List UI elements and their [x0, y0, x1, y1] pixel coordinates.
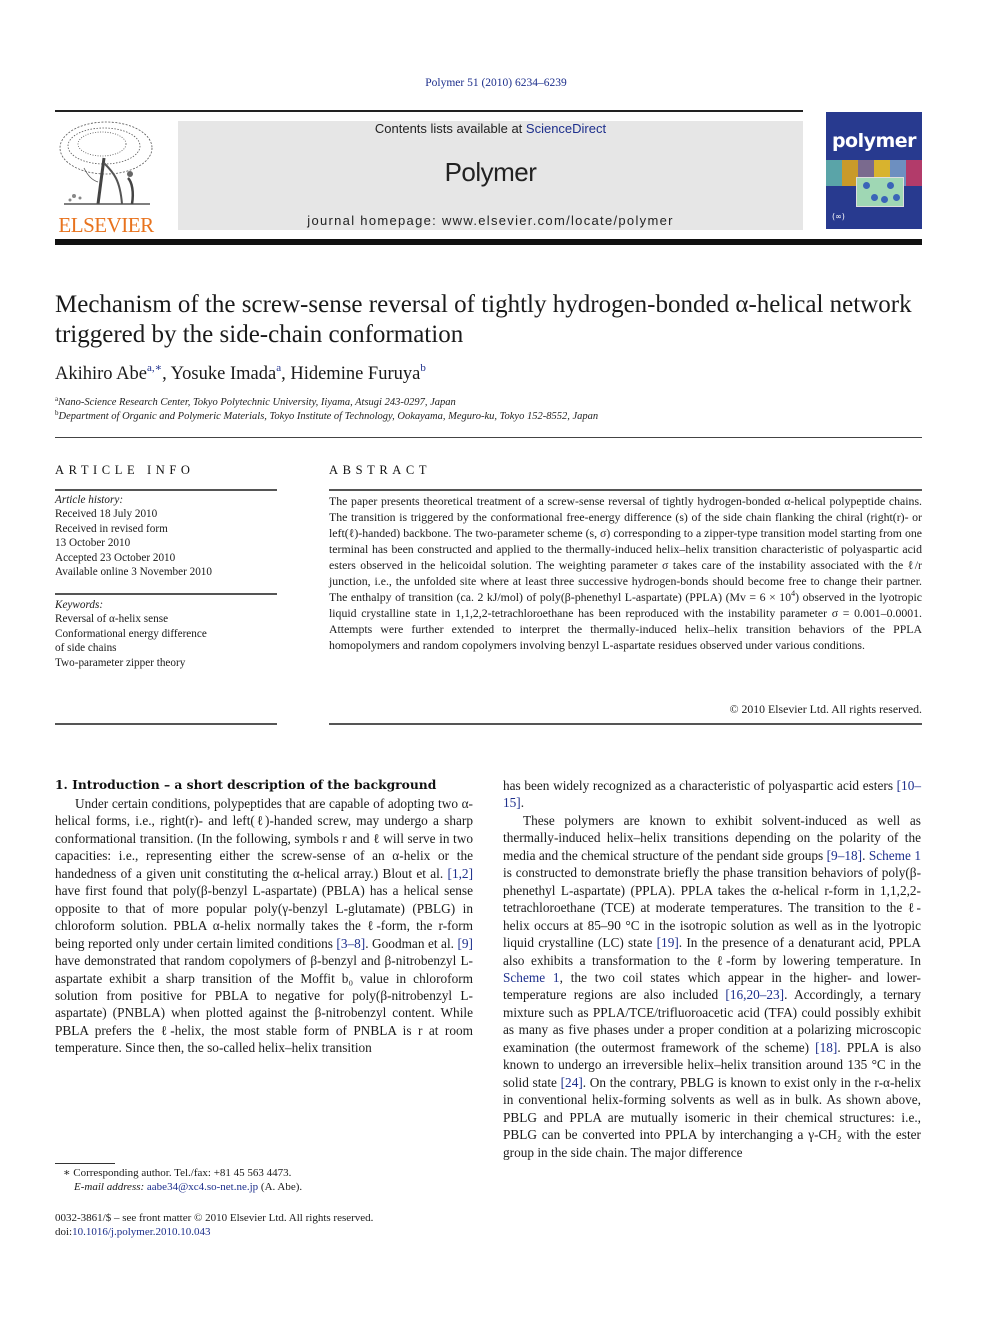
divider — [329, 489, 922, 491]
keyword: Reversal of α-helix sense — [55, 613, 169, 626]
elsevier-wordmark: ELSEVIER — [58, 213, 154, 237]
header-thick-rule — [55, 239, 922, 245]
contents-prefix: Contents lists available at — [374, 121, 526, 136]
affiliation: bDepartment of Organic and Polymeric Mat… — [55, 409, 598, 422]
author-name: Akihiro Abe — [55, 364, 147, 384]
cover-strip-tile — [826, 160, 842, 186]
journal-citation[interactable]: Polymer 51 (2010) 6234–6239 — [0, 77, 992, 89]
text-run: Under certain conditions, polypeptides t… — [55, 796, 473, 881]
cover-figure — [856, 177, 904, 207]
front-matter-note: 0032-3861/$ – see front matter © 2010 El… — [55, 1212, 374, 1224]
section-heading: 1. Introduction – a short description of… — [55, 777, 437, 792]
paragraph: Under certain conditions, polypeptides t… — [55, 795, 473, 1057]
article-title: Mechanism of the screw-sense reversal of… — [55, 291, 912, 348]
text-run: has been widely recognized as a characte… — [503, 778, 897, 793]
cover-strip-tile — [906, 160, 922, 186]
affiliation-text: Department of Organic and Polymeric Mate… — [58, 411, 599, 422]
reference-link[interactable]: [9] — [457, 936, 473, 951]
history-item: Received in revised form — [55, 522, 168, 535]
divider — [55, 593, 277, 595]
paragraph: has been widely recognized as a characte… — [503, 777, 921, 812]
reference-link[interactable]: Scheme 1 — [869, 848, 921, 863]
corresponding-author-note: ∗ Corresponding author. Tel./fax: +81 45… — [63, 1167, 292, 1179]
reference-link[interactable]: [19] — [657, 935, 679, 950]
homepage-prefix: journal homepage: — [307, 213, 442, 228]
cover-mark-icon: (∞) — [832, 212, 845, 221]
homepage-line: journal homepage: www.elsevier.com/locat… — [178, 213, 803, 228]
email-suffix: (A. Abe). — [258, 1181, 303, 1193]
sciencedirect-link[interactable]: ScienceDirect — [526, 121, 606, 136]
reference-link[interactable]: [16,20–23] — [725, 987, 784, 1002]
footnote-rule — [55, 1163, 115, 1164]
author-name: Yosuke Imada — [170, 364, 277, 384]
reference-link[interactable]: Scheme 1 — [503, 970, 560, 985]
email-label: E-mail address: — [74, 1181, 147, 1193]
author-name: Hidemine Furuya — [290, 364, 421, 384]
journal-banner: Contents lists available at ScienceDirec… — [178, 121, 803, 230]
text-run: . Goodman et al. — [365, 935, 458, 951]
reference-link[interactable]: [9–18] — [827, 848, 862, 863]
keyword: of side chains — [55, 642, 117, 655]
keywords: Keywords: Reversal of α-helix sense Conf… — [55, 598, 207, 670]
text-run: have demonstrated that random copolymers… — [55, 953, 473, 1056]
abstract-part: The paper presents theoretical treatment… — [329, 494, 922, 604]
email-note: E-mail address: aabe34@xc4.so-net.ne.jp … — [74, 1181, 302, 1193]
abstract-copyright: © 2010 Elsevier Ltd. All rights reserved… — [729, 702, 922, 716]
doi-label: doi: — [55, 1226, 73, 1238]
author-marks[interactable]: a,∗ — [147, 362, 162, 374]
history-label: Article history: — [55, 494, 124, 506]
article-history: Article history: Received 18 July 2010 R… — [55, 493, 212, 579]
header-rule — [55, 110, 803, 112]
history-item: Accepted 23 October 2010 — [55, 551, 176, 564]
affiliation: aNano-Science Research Center, Tokyo Pol… — [55, 395, 456, 408]
elsevier-tree-icon — [59, 121, 153, 205]
keywords-label: Keywords: — [55, 599, 104, 611]
history-item: Available online 3 November 2010 — [55, 566, 212, 579]
doi-link[interactable]: 10.1016/j.polymer.2010.10.043 — [72, 1226, 210, 1238]
homepage-link[interactable]: www.elsevier.com/locate/polymer — [442, 213, 674, 228]
author-marks[interactable]: a — [276, 362, 281, 374]
divider — [55, 489, 277, 491]
contents-line: Contents lists available at ScienceDirec… — [178, 121, 803, 136]
paragraph: These polymers are known to exhibit solv… — [503, 812, 921, 1161]
abstract-heading: ABSTRACT — [329, 463, 432, 477]
keyword: Two-parameter zipper theory — [55, 656, 186, 669]
abstract-text: The paper presents theoretical treatment… — [329, 494, 922, 654]
text-run: . — [520, 795, 525, 811]
journal-title: Polymer — [444, 157, 537, 187]
text-run: . — [862, 847, 869, 863]
elsevier-logo[interactable]: ELSEVIER — [50, 118, 162, 237]
reference-link[interactable]: [24] — [561, 1075, 583, 1090]
email-link[interactable]: aabe34@xc4.so-net.ne.jp — [147, 1181, 258, 1193]
history-item: Received 18 July 2010 — [55, 508, 158, 521]
doi-line: doi:10.1016/j.polymer.2010.10.043 — [55, 1226, 211, 1238]
affiliation-text: Nano-Science Research Center, Tokyo Poly… — [58, 397, 456, 408]
journal-cover[interactable]: polymer (∞) — [826, 112, 922, 229]
reference-link[interactable]: [18] — [815, 1040, 837, 1055]
body-column-left: Under certain conditions, polypeptides t… — [55, 795, 473, 1057]
divider — [55, 723, 277, 725]
history-item: 13 October 2010 — [55, 537, 131, 550]
divider — [329, 723, 922, 725]
keyword: Conformational energy difference — [55, 627, 207, 640]
article-info-heading: ARTICLE INFO — [55, 463, 195, 477]
reference-link[interactable]: [3–8] — [336, 936, 365, 951]
reference-link[interactable]: [1,2] — [448, 866, 473, 881]
author-list: Akihiro Abea,∗, Yosuke Imadaa, Hidemine … — [55, 362, 426, 384]
cover-title: polymer — [831, 130, 917, 152]
divider — [55, 437, 922, 438]
author-marks[interactable]: b — [420, 362, 426, 374]
body-column-right: has been widely recognized as a characte… — [503, 777, 921, 1161]
